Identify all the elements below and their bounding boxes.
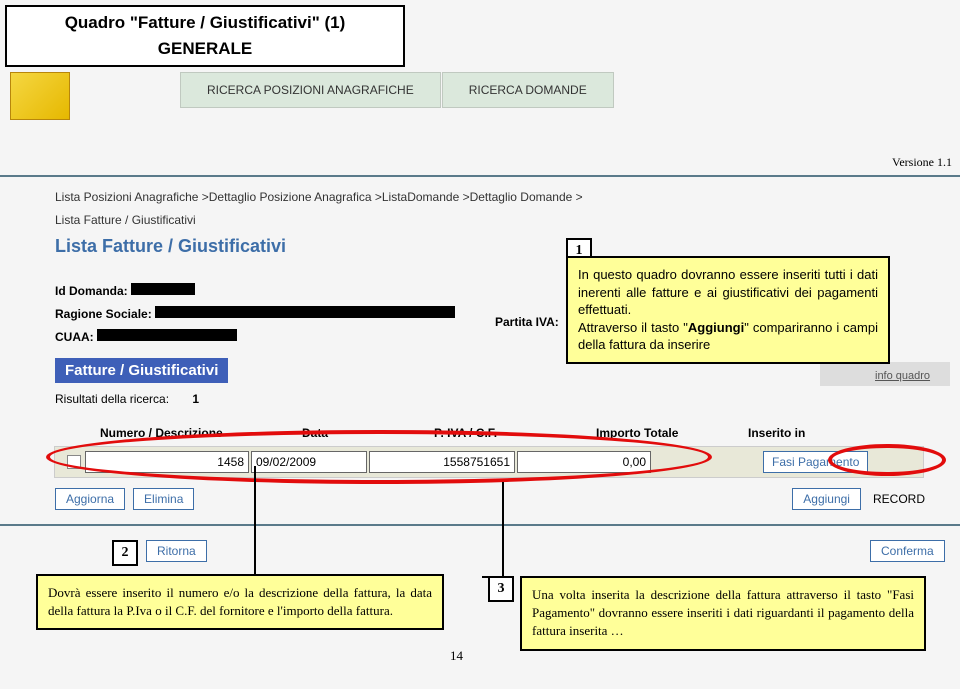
results-label: Risultati della ricerca: 1 bbox=[55, 392, 199, 406]
callout-number-3: 3 bbox=[488, 576, 514, 602]
aggiungi-button[interactable]: Aggiungi bbox=[792, 488, 861, 510]
top-tabs: RICERCA POSIZIONI ANAGRAFICHE RICERCA DO… bbox=[180, 72, 614, 108]
connector-line-2b bbox=[482, 576, 504, 578]
results-count: 1 bbox=[192, 392, 199, 406]
section-title-fatture: Fatture / Giustificativi bbox=[55, 358, 228, 383]
results-text: Risultati della ricerca: bbox=[55, 392, 169, 406]
callout-1-text-b: Attraverso il tasto " bbox=[578, 320, 688, 335]
callout-1: In questo quadro dovranno essere inserit… bbox=[566, 256, 890, 364]
label-partita-iva: Partita IVA: bbox=[495, 315, 559, 329]
page-heading: Lista Fatture / Giustificativi bbox=[55, 236, 286, 257]
input-numero[interactable]: 1458 bbox=[85, 451, 249, 473]
slide-title-box: Quadro "Fatture / Giustificativi" (1) GE… bbox=[5, 5, 405, 67]
divider-bottom bbox=[0, 524, 960, 526]
domanda-info-block: Id Domanda: Ragione Sociale: CUAA: bbox=[55, 280, 455, 348]
callout-1-bold: Aggiungi bbox=[688, 320, 744, 335]
tab-ricerca-domande[interactable]: RICERCA DOMANDE bbox=[442, 72, 614, 108]
col-numero: Numero / Descrizione bbox=[100, 426, 300, 440]
row-checkbox[interactable] bbox=[67, 455, 81, 469]
aggiorna-button[interactable]: Aggiorna bbox=[55, 488, 125, 510]
record-label: RECORD bbox=[873, 492, 925, 506]
input-importo[interactable]: 0,00 bbox=[517, 451, 651, 473]
connector-line-1 bbox=[254, 466, 256, 576]
connector-line-2 bbox=[502, 482, 504, 578]
ritorna-button[interactable]: Ritorna bbox=[146, 540, 207, 562]
info-quadro-link[interactable]: info quadro bbox=[875, 370, 930, 382]
input-piva[interactable]: 1558751651 bbox=[369, 451, 515, 473]
callout-1-text-a: In questo quadro dovranno essere inserit… bbox=[578, 267, 878, 317]
conferma-button[interactable]: Conferma bbox=[870, 540, 945, 562]
label-ragione-sociale: Ragione Sociale: bbox=[55, 307, 152, 321]
label-cuaa: CUAA: bbox=[55, 330, 94, 344]
fasi-pagamento-button[interactable]: Fasi Pagamento bbox=[763, 451, 868, 473]
callout-3: Una volta inserita la descrizione della … bbox=[520, 576, 926, 651]
tab-ricerca-posizioni[interactable]: RICERCA POSIZIONI ANAGRAFICHE bbox=[180, 72, 441, 108]
slide-title-line-2: GENERALE bbox=[158, 39, 252, 59]
table-header-row: Numero / Descrizione Data P. IVA / C.F. … bbox=[54, 420, 924, 446]
slide-title-line-1: Quadro "Fatture / Giustificativi" (1) bbox=[65, 13, 346, 33]
app-logo bbox=[10, 72, 70, 120]
partita-iva-row: Partita IVA: bbox=[495, 315, 559, 329]
elimina-button[interactable]: Elimina bbox=[133, 488, 194, 510]
divider-top bbox=[0, 175, 960, 177]
label-id-domanda: Id Domanda: bbox=[55, 284, 128, 298]
version-label: Versione 1.1 bbox=[892, 155, 952, 170]
input-data[interactable]: 09/02/2009 bbox=[251, 451, 367, 473]
breadcrumb-current: Lista Fatture / Giustificativi bbox=[55, 213, 196, 227]
col-piva: P. IVA / C.F. bbox=[434, 426, 594, 440]
fatture-table: Numero / Descrizione Data P. IVA / C.F. … bbox=[54, 420, 924, 478]
col-importo: Importo Totale bbox=[596, 426, 746, 440]
page-number: 14 bbox=[450, 648, 463, 664]
breadcrumb: Lista Posizioni Anagrafiche >Dettaglio P… bbox=[55, 190, 583, 204]
action-row: Aggiorna Elimina Aggiungi RECORD bbox=[55, 488, 925, 510]
callout-number-2: 2 bbox=[112, 540, 138, 566]
callout-2: Dovrà essere inserito il numero e/o la d… bbox=[36, 574, 444, 630]
table-row: 1458 09/02/2009 1558751651 0,00 Fasi Pag… bbox=[54, 446, 924, 478]
col-data: Data bbox=[302, 426, 432, 440]
col-inserito: Inserito in bbox=[748, 426, 848, 440]
